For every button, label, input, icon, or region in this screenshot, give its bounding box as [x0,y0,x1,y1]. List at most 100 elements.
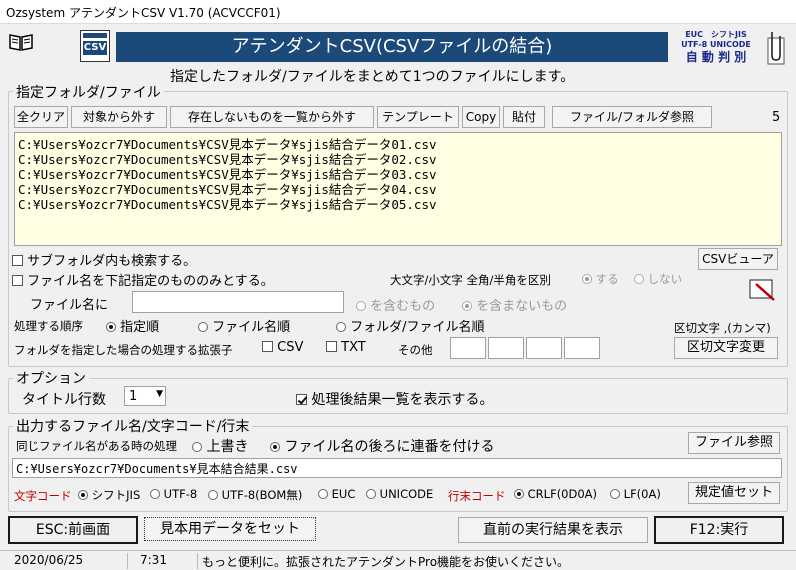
filename-label: ファイル名に [30,298,109,313]
esc-back-button[interactable]: ESC:前画面 [8,516,138,544]
output-path-input[interactable]: C:¥Users¥ozcr7¥Documents¥見本結合結果.csv [12,458,782,478]
charset-euc-label: EUC [331,487,356,501]
list-item[interactable]: C:¥Users¥ozcr7¥Documents¥CSV見本データ¥sjis結合… [18,137,778,152]
contains-radio[interactable]: を含むもの [356,295,435,314]
charset-utf8-nobom-label: UTF-8(BOM無) [221,488,303,502]
delimiter-label: 区切文字 ,(カンマ) [674,321,771,335]
folder-group-label: 指定フォルダ/ファイル [13,82,164,102]
list-item[interactable]: C:¥Users¥ozcr7¥Documents¥CSV見本データ¥sjis結合… [18,152,778,167]
order-filename-radio[interactable]: ファイル名順 [198,316,290,335]
charset-euc-radio[interactable]: EUC [318,487,355,501]
radio-button[interactable] [208,490,218,500]
append-number-radio[interactable]: ファイル名の後ろに連番を付ける [270,436,494,456]
radio-button[interactable] [514,489,524,499]
template-button[interactable]: テンプレート [377,106,459,128]
order-folder-filename-radio[interactable]: フォルダ/ファイル名順 [336,316,485,335]
status-message: もっと便利に。拡張されたアテンダントPro機能をお使いください。 [202,555,570,569]
browse-files-button[interactable]: ファイル/フォルダ参照 [552,106,712,128]
ext-other-input-1[interactable] [450,337,486,359]
charset-sjis-label: シフトJIS [91,488,141,502]
options-group-label: オプション [13,368,89,388]
checkbox-box[interactable] [296,394,307,405]
same-name-label: 同じファイル名がある時の処理 [16,439,177,453]
remove-missing-button[interactable]: 存在しないものを一覧から外す [170,106,374,128]
filter-filename-checkbox[interactable]: ファイル名を下記指定のもののみとする。 [12,270,274,289]
case-no-radio[interactable]: しない [634,271,682,287]
radio-button[interactable] [366,489,376,499]
subtitle: 指定したフォルダ/ファイルをまとめて1つのファイルにします。 [170,69,575,85]
eol-lf-radio[interactable]: LF(0A) [610,487,661,501]
title-rows-value: 1 [129,389,138,404]
search-subfolders-label: サブフォルダ内も検索する。 [27,254,197,269]
set-sample-data-button[interactable]: 見本用データをセット [144,517,316,541]
show-last-result-button[interactable]: 直前の実行結果を表示 [458,517,648,543]
charset-utf8-nobom-radio[interactable]: UTF-8(BOM無) [208,487,302,503]
charset-sjis-radio[interactable]: シフトJIS [78,487,140,503]
checkbox-box[interactable] [12,275,23,286]
radio-button[interactable] [78,490,88,500]
list-item[interactable]: C:¥Users¥ozcr7¥Documents¥CSV見本データ¥sjis結合… [18,167,778,182]
charset-unicode-radio[interactable]: UNICODE [366,487,433,501]
eol-crlf-label: CRLF(0D0A) [527,487,598,501]
paste-button[interactable]: 貼付 [503,106,545,128]
radio-button[interactable] [582,274,592,284]
radio-button[interactable] [198,322,208,332]
title-bar: Ozsystem アテンダントCSV V1.70 (ACVCCF01) [0,0,796,24]
remove-target-button[interactable]: 対象から外す [71,106,167,128]
ext-txt-label: TXT [341,340,366,355]
case-yes-radio[interactable]: する [582,271,619,287]
ext-other-input-3[interactable] [526,337,562,359]
radio-button[interactable] [610,489,620,499]
ext-csv-checkbox[interactable]: CSV [262,340,303,355]
order-filename-label: ファイル名順 [212,320,291,335]
list-item[interactable]: C:¥Users¥ozcr7¥Documents¥CSV見本データ¥sjis結合… [18,197,778,212]
output-browse-button[interactable]: ファイル参照 [688,432,780,454]
ext-txt-checkbox[interactable]: TXT [326,340,366,355]
radio-button[interactable] [192,442,202,452]
overwrite-radio[interactable]: 上書き [192,436,248,456]
banner-title: アテンダントCSV(CSVファイルの結合) [116,32,668,62]
eol-crlf-radio[interactable]: CRLF(0D0A) [514,487,597,501]
radio-button[interactable] [150,489,160,499]
edit-icon[interactable] [748,276,778,302]
status-date: 2020/06/25 [0,553,128,569]
ext-other-label: その他 [398,343,433,357]
checkbox-box[interactable] [262,341,273,352]
show-result-label: 処理後結果一覧を表示する。 [311,392,494,408]
ext-other-input-2[interactable] [488,337,524,359]
order-specified-radio[interactable]: 指定順 [106,316,159,335]
radio-button[interactable] [356,301,366,311]
show-result-checkbox[interactable]: 処理後結果一覧を表示する。 [296,389,493,409]
search-subfolders-checkbox[interactable]: サブフォルダ内も検索する。 [12,250,196,269]
radio-button[interactable] [106,322,116,332]
ext-label: フォルダを指定した場合の処理する拡張子 [14,343,233,357]
radio-button[interactable] [634,274,644,284]
chevron-down-icon[interactable]: ▼ [156,389,163,399]
checkbox-box[interactable] [326,341,337,352]
ext-other-input-4[interactable] [564,337,600,359]
clear-all-button[interactable]: 全クリア [14,106,68,128]
radio-button[interactable] [270,442,280,452]
paperclip-icon[interactable] [762,28,790,68]
radio-button[interactable] [462,301,472,311]
charset-utf8-radio[interactable]: UTF-8 [150,487,197,501]
file-count: 5 [772,110,781,125]
file-list[interactable]: C:¥Users¥ozcr7¥Documents¥CSV見本データ¥sjis結合… [14,132,782,246]
book-icon[interactable] [8,32,34,52]
append-number-label: ファイル名の後ろに連番を付ける [284,439,495,455]
status-time: 7:31 [128,553,198,569]
charset-unicode-label: UNICODE [379,487,434,501]
delimiter-change-button[interactable]: 区切文字変更 [674,337,778,359]
title-rows-select[interactable]: 1 ▼ [124,386,166,406]
radio-button[interactable] [318,489,328,499]
case-no-label: しない [647,272,683,286]
checkbox-box[interactable] [12,255,23,266]
radio-button[interactable] [336,322,346,332]
run-button[interactable]: F12:実行 [654,516,784,544]
copy-button[interactable]: Copy [462,106,500,128]
list-item[interactable]: C:¥Users¥ozcr7¥Documents¥CSV見本データ¥sjis結合… [18,182,778,197]
defaults-button[interactable]: 規定値セット [688,482,780,504]
filename-input[interactable] [132,291,344,313]
csv-viewer-button[interactable]: CSVビューア [698,248,778,270]
not-contains-radio[interactable]: を含まないもの [462,295,567,314]
